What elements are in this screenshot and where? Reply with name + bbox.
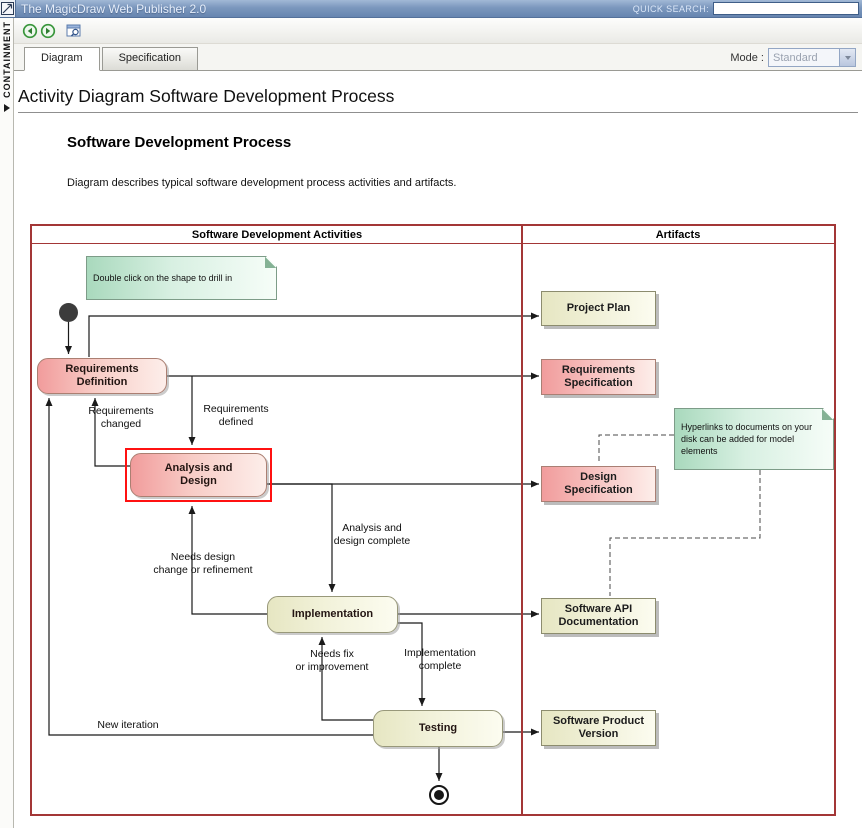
app-logo-glyph	[1, 2, 14, 15]
locate-document-icon	[66, 24, 82, 38]
artifact-design-specification-label: Design Specification	[564, 471, 632, 497]
lane-divider	[521, 226, 523, 814]
chevron-down-icon	[845, 56, 851, 60]
artifact-project-plan[interactable]: Project Plan	[541, 291, 656, 326]
lane-title-activities: Software Development Activities	[32, 229, 522, 241]
containment-tab[interactable]: CONTAINMENT	[0, 18, 14, 828]
toolbar	[14, 18, 862, 44]
title-divider	[18, 112, 858, 113]
transition-label-new-iteration: New iteration	[90, 719, 166, 732]
note-hyperlinks-text: Hyperlinks to documents on your disk can…	[681, 421, 812, 457]
titlebar: The MagicDraw Web Publisher 2.0 QUICK SE…	[0, 0, 862, 18]
content-area: Activity Diagram Software Development Pr…	[14, 71, 862, 828]
artifact-design-specification[interactable]: Design Specification	[541, 466, 656, 502]
note-drill-in: Double click on the shape to drill in	[86, 256, 277, 300]
quick-search-input[interactable]	[713, 2, 859, 15]
note-hyperlinks: Hyperlinks to documents on your disk can…	[674, 408, 834, 470]
forward-button[interactable]	[39, 22, 57, 40]
note-drill-in-text: Double click on the shape to drill in	[93, 272, 232, 284]
transition-label-implementation-complete: Implementation complete	[398, 647, 482, 673]
final-node-dot	[434, 790, 444, 800]
mode-dropdown[interactable]: Standard	[768, 48, 856, 67]
mode-dropdown-button[interactable]	[839, 49, 855, 66]
activity-testing-label: Testing	[419, 722, 457, 735]
containment-label: CONTAINMENT	[2, 21, 12, 98]
diagram-description: Diagram describes typical software devel…	[67, 177, 862, 189]
app-title: The MagicDraw Web Publisher 2.0	[21, 2, 206, 16]
tab-strip: Diagram Specification Mode : Standard	[14, 44, 862, 71]
artifact-software-product-version[interactable]: Software Product Version	[541, 710, 656, 746]
mode-selected-value: Standard	[769, 52, 839, 64]
expand-arrow-icon[interactable]	[4, 104, 10, 112]
activity-analysis-and-design[interactable]: Analysis and Design	[130, 453, 267, 497]
quick-search-label: QUICK SEARCH:	[633, 4, 709, 14]
mode-label: Mode :	[730, 52, 764, 64]
activity-diagram: Software Development Activities Artifact…	[30, 224, 836, 816]
selection-highlight: Analysis and Design	[125, 448, 272, 502]
back-icon	[22, 23, 38, 39]
tab-diagram[interactable]: Diagram	[24, 47, 100, 71]
page-title: Activity Diagram Software Development Pr…	[18, 86, 858, 107]
activity-implementation-label: Implementation	[292, 608, 373, 621]
artifact-software-api-documentation-label: Software API Documentation	[558, 603, 638, 629]
tab-specification[interactable]: Specification	[102, 47, 198, 70]
transition-label-needs-fix: Needs fix or improvement	[288, 648, 376, 674]
main-area: Diagram Specification Mode : Standard Ac…	[14, 18, 862, 828]
app-logo-icon	[0, 0, 16, 17]
artifact-requirements-specification[interactable]: Requirements Specification	[541, 359, 656, 395]
locate-in-containment-button[interactable]	[65, 22, 83, 40]
artifact-project-plan-label: Project Plan	[567, 302, 631, 315]
mode-area: Mode : Standard	[730, 48, 856, 67]
forward-icon	[40, 23, 56, 39]
section-heading: Software Development Process	[67, 134, 862, 151]
anchor-note-to-design-spec	[599, 435, 674, 464]
artifact-software-product-version-label: Software Product Version	[553, 715, 644, 741]
flow-requirements-to-project-plan	[89, 316, 539, 357]
transition-label-requirements-changed: Requirements changed	[82, 405, 160, 431]
lane-title-artifacts: Artifacts	[522, 229, 834, 241]
activity-requirements-definition[interactable]: Requirements Definition	[37, 358, 167, 394]
artifact-requirements-specification-label: Requirements Specification	[562, 364, 635, 390]
transition-label-analysis-complete: Analysis and design complete	[328, 522, 416, 548]
activity-analysis-and-design-label: Analysis and Design	[165, 462, 233, 488]
flow-analysis-complete	[267, 484, 332, 592]
final-node[interactable]	[429, 785, 449, 805]
activity-implementation[interactable]: Implementation	[267, 596, 398, 633]
initial-node[interactable]	[59, 303, 78, 322]
transition-label-requirements-defined: Requirements defined	[197, 403, 275, 429]
artifact-software-api-documentation[interactable]: Software API Documentation	[541, 598, 656, 634]
transition-label-needs-design-change: Needs design change or refinement	[144, 551, 262, 577]
activity-testing[interactable]: Testing	[373, 710, 503, 747]
back-button[interactable]	[21, 22, 39, 40]
activity-requirements-definition-label: Requirements Definition	[65, 363, 138, 389]
